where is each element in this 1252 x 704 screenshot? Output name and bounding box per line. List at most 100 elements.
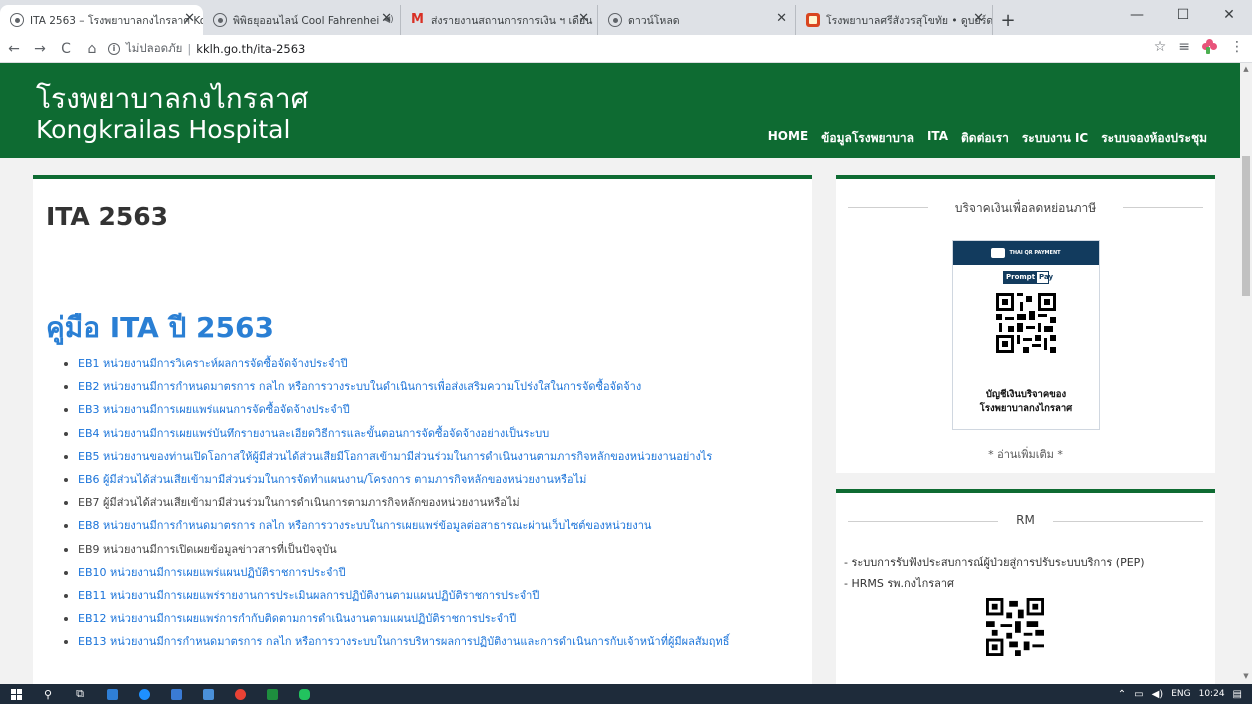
qr-caption-line2: โรงพยาบาลกงไกรลาศ	[979, 403, 1073, 414]
qr-code-icon[interactable]	[986, 598, 1044, 656]
reload-icon[interactable]: C	[54, 37, 78, 61]
donation-heading: บริจาคเงินเพื่อลดหย่อนภาษี	[954, 201, 1097, 215]
nav-ic-system[interactable]: ระบบงาน IC	[1022, 129, 1088, 148]
ita-item-eb6[interactable]: EB6 ผู้มีส่วนได้ส่วนเสียเข้ามามีส่วนร่วม…	[64, 471, 729, 494]
chrome-icon[interactable]	[224, 684, 256, 704]
gmail-icon: M	[411, 12, 424, 27]
info-icon[interactable]: i	[108, 42, 120, 55]
nav-home[interactable]: HOME	[768, 129, 808, 148]
star-bookmark-icon[interactable]: ☆	[1154, 39, 1167, 55]
line-icon[interactable]	[288, 684, 320, 704]
close-tab-icon[interactable]: ✕	[184, 12, 195, 26]
menu-dots-icon[interactable]: ⋮	[1230, 39, 1244, 55]
nav-contact[interactable]: ติดต่อเรา	[961, 129, 1009, 148]
rm-card: RM - ระบบการรับฟังประสบการณ์ผู้ป่วยสู่กา…	[836, 489, 1215, 684]
reading-list-icon[interactable]: ≡	[1178, 39, 1190, 55]
close-tab-icon[interactable]: ✕	[578, 12, 589, 26]
site-header: โรงพยาบาลกงไกรลาศ Kongkrailas Hospital H…	[0, 63, 1240, 158]
mail-icon[interactable]	[192, 684, 224, 704]
extension-icon[interactable]	[1202, 39, 1218, 55]
forward-arrow-icon[interactable]: →	[28, 37, 52, 61]
divider	[1123, 207, 1203, 208]
qr-caption: บัญชีเงินบริจาคของ โรงพยาบาลกงไกรลาศ	[953, 388, 1099, 416]
close-tab-icon[interactable]: ✕	[381, 12, 392, 26]
volume-icon[interactable]: ◀)	[1152, 689, 1164, 700]
tab-cool-fahrenheit[interactable]: พิพิธยุออนไลน์ Cool Fahrenhei ◀) ✕	[203, 5, 401, 35]
ie-icon[interactable]	[128, 684, 160, 704]
promptpay-logo: Prompt Pay	[1003, 271, 1053, 284]
promptpay-right: Pay	[1039, 273, 1054, 281]
site-title-english[interactable]: Kongkrailas Hospital	[36, 115, 290, 144]
ita-item-eb4[interactable]: EB4 หน่วยงานมีการเผยแพร่บันทึกรายงานละเอ…	[64, 425, 729, 448]
qr-code-icon	[996, 293, 1056, 353]
page-scrollbar[interactable]: ▲ ▼	[1240, 63, 1252, 684]
donation-qr-card[interactable]: THAI QR PAYMENT Prompt Pay บัญชีเงินบริจ…	[952, 240, 1100, 430]
excel-icon[interactable]	[256, 684, 288, 704]
close-tab-icon[interactable]: ✕	[776, 12, 787, 26]
network-icon[interactable]: ▭	[1134, 689, 1143, 700]
language-indicator[interactable]: ENG	[1171, 689, 1190, 699]
tab-title: ส่งรายงานสถานการการเงิน ฯ เดือน	[431, 14, 593, 27]
ita-item-eb9: EB9 หน่วยงานมีการเปิดเผยข้อมูลข่าวสารที่…	[64, 541, 729, 564]
rm-link-list: - ระบบการรับฟังประสบการณ์ผู้ป่วยสู่การปร…	[844, 552, 1145, 594]
back-arrow-icon[interactable]: ←	[2, 37, 26, 61]
tab-ita-2563[interactable]: ITA 2563 – โรงพยาบาลกงไกรลาศ Ko ✕	[0, 5, 203, 35]
task-view-icon[interactable]: ⧉	[64, 684, 96, 704]
tab-download[interactable]: ดาวน์โหลด ✕	[598, 5, 796, 35]
nav-hospital-info[interactable]: ข้อมูลโรงพยาบาล	[821, 129, 914, 148]
browser-tab-strip: ITA 2563 – โรงพยาบาลกงไกรลาศ Ko ✕ พิพิธย…	[0, 0, 1252, 35]
divider	[848, 521, 998, 522]
windows-taskbar: ⚲ ⧉ ⌃ ▭ ◀) ENG 10:24 ▤	[0, 684, 1252, 704]
scroll-up-arrow-icon[interactable]: ▲	[1242, 65, 1250, 75]
close-window-button[interactable]: ✕	[1206, 0, 1252, 30]
rm-heading-wrap: RM	[848, 513, 1203, 527]
tab-srisangwon[interactable]: โรงพยาบาลศรีสังวรสุโขทัย • ดูบอร์ด - ✕	[796, 5, 993, 35]
rm-link-pep[interactable]: - ระบบการรับฟังประสบการณ์ผู้ป่วยสู่การปร…	[844, 552, 1145, 573]
qr-caption-line1: บัญชีเงินบริจาคของ	[985, 389, 1067, 400]
security-status: ไม่ปลอดภัย	[126, 40, 183, 55]
ita-item-eb5[interactable]: EB5 หน่วยงานของท่านเปิดโอกาสให้ผู้มีส่วน…	[64, 448, 729, 471]
clock[interactable]: 10:24	[1199, 689, 1225, 699]
chevron-up-icon[interactable]: ⌃	[1118, 689, 1126, 700]
thai-qr-header: THAI QR PAYMENT	[953, 241, 1099, 265]
minimize-button[interactable]: —	[1114, 0, 1160, 30]
page-title: ITA 2563	[46, 202, 169, 231]
notification-icon[interactable]: ▤	[1233, 689, 1242, 700]
divider	[1053, 521, 1203, 522]
store-icon[interactable]	[160, 684, 192, 704]
tab-gmail-report[interactable]: M ส่งรายงานสถานการการเงิน ฯ เดือน ✕	[401, 5, 598, 35]
close-tab-icon[interactable]: ✕	[973, 12, 984, 26]
globe-icon	[10, 13, 24, 27]
nav-meeting-room-booking[interactable]: ระบบจองห้องประชุม	[1101, 129, 1207, 148]
board-icon	[806, 13, 820, 27]
ita-item-eb2[interactable]: EB2 หน่วยงานมีการกำหนดมาตรการ กลไก หรือก…	[64, 378, 729, 401]
ita-item-eb3[interactable]: EB3 หน่วยงานมีการเผยแพร่แผนการจัดซื้อจัด…	[64, 401, 729, 424]
globe-icon	[608, 13, 622, 27]
ita-item-eb7: EB7 ผู้มีส่วนได้ส่วนเสียเข้ามามีส่วนร่วม…	[64, 494, 729, 517]
search-icon[interactable]: ⚲	[32, 684, 64, 704]
scroll-thumb[interactable]	[1242, 156, 1250, 296]
browser-toolbar: ← → C ⌂ i ไม่ปลอดภัย | kklh.go.th/ita-25…	[0, 35, 1252, 63]
url-text[interactable]: kklh.go.th/ita-2563	[196, 42, 305, 56]
windows-start-icon[interactable]	[0, 684, 32, 704]
scroll-down-arrow-icon[interactable]: ▼	[1242, 672, 1250, 682]
rm-link-hrms[interactable]: - HRMS รพ.กงไกรลาศ	[844, 573, 1145, 594]
new-tab-button[interactable]: +	[993, 5, 1023, 35]
ita-item-eb10[interactable]: EB10 หน่วยงานมีการเผยแพร่แผนปฏิบัติราชกา…	[64, 564, 729, 587]
nav-ita[interactable]: ITA	[927, 129, 948, 148]
ita-item-eb1[interactable]: EB1 หน่วยงานมีการวิเคราะห์ผลการจัดซื้อจั…	[64, 355, 729, 378]
globe-icon	[213, 13, 227, 27]
url-separator: |	[187, 41, 192, 56]
ita-item-eb12[interactable]: EB12 หน่วยงานมีการเผยแพร่การกำกับติดตามก…	[64, 610, 729, 633]
home-icon[interactable]: ⌂	[80, 37, 104, 61]
maximize-button[interactable]: ☐	[1160, 0, 1206, 30]
read-more-link[interactable]: * อ่านเพิ่มเติม *	[836, 445, 1215, 463]
ita-item-eb11[interactable]: EB11 หน่วยงานมีการเผยแพร่รายงานการประเมิ…	[64, 587, 729, 610]
ita-item-eb13[interactable]: EB13 หน่วยงานมีการกำหนดมาตรการ กลไก หรือ…	[64, 633, 729, 656]
ita-item-eb8[interactable]: EB8 หน่วยงานมีการกำหนดมาตรการ กลไก หรือก…	[64, 517, 729, 540]
address-bar[interactable]: i ไม่ปลอดภัย | kklh.go.th/ita-2563	[108, 40, 305, 58]
system-tray: ⌃ ▭ ◀) ENG 10:24 ▤	[1118, 684, 1242, 704]
main-content-card: ITA 2563 คู่มือ ITA ปี 2563 EB1 หน่วยงาน…	[33, 175, 812, 684]
edge-icon[interactable]	[96, 684, 128, 704]
tab-title: พิพิธยุออนไลน์ Cool Fahrenhei	[233, 14, 380, 27]
